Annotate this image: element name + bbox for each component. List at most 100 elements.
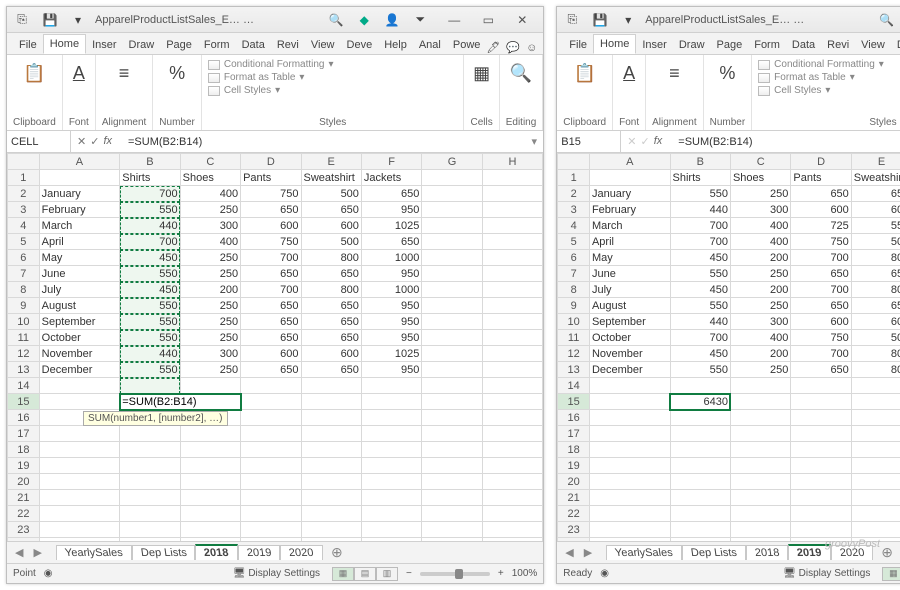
cell[interactable] — [301, 490, 361, 506]
cell[interactable] — [730, 458, 790, 474]
cell[interactable] — [670, 458, 730, 474]
row-header-21[interactable]: 21 — [558, 490, 590, 506]
group-editing[interactable]: 🔍Editing — [500, 55, 544, 130]
ribbon-tab-page[interactable]: Page — [711, 36, 749, 54]
record-macro-icon[interactable]: ◉ — [44, 568, 53, 579]
sheet-tab-dep-lists[interactable]: Dep Lists — [682, 545, 746, 560]
cell[interactable]: 650 — [361, 186, 421, 202]
formula-input[interactable]: =SUM(B2:B14) — [124, 136, 525, 148]
cell[interactable] — [241, 410, 301, 426]
close-button[interactable]: ✕ — [505, 7, 539, 33]
cell[interactable]: 500 — [301, 234, 361, 250]
cell[interactable]: 300 — [180, 218, 240, 234]
row-header-12[interactable]: 12 — [558, 346, 590, 362]
zoom-level[interactable]: 100% — [512, 568, 538, 579]
ribbon-tab-page[interactable]: Page — [160, 36, 198, 54]
col-header-B[interactable]: B — [670, 154, 730, 170]
row-header-11[interactable]: 11 — [558, 330, 590, 346]
cell[interactable] — [422, 378, 482, 394]
sheet-nav-prev[interactable]: ◀ — [11, 546, 27, 559]
cell[interactable] — [791, 490, 851, 506]
cell[interactable] — [422, 346, 482, 362]
cell[interactable] — [791, 410, 851, 426]
sheet-tab-2019[interactable]: 2019 — [238, 545, 280, 560]
cell[interactable]: 400 — [730, 330, 790, 346]
cell[interactable]: 450 — [120, 250, 180, 266]
row-header-24[interactable]: 24 — [558, 538, 590, 542]
cell[interactable]: 550 — [851, 218, 900, 234]
cell[interactable] — [791, 394, 851, 410]
cell[interactable]: 650 — [241, 202, 301, 218]
cell[interactable]: August — [39, 298, 120, 314]
cell[interactable] — [730, 394, 790, 410]
cell[interactable] — [482, 506, 543, 522]
cell-b15[interactable]: 6430 — [670, 394, 730, 410]
cell[interactable] — [589, 170, 670, 186]
row-header-8[interactable]: 8 — [558, 282, 590, 298]
cell[interactable] — [301, 522, 361, 538]
cell[interactable] — [180, 522, 240, 538]
cell[interactable]: 800 — [301, 282, 361, 298]
cell[interactable] — [422, 410, 482, 426]
group-cells[interactable]: ▦Cells — [464, 55, 499, 130]
cell[interactable] — [422, 170, 482, 186]
cell[interactable] — [851, 458, 900, 474]
cell[interactable] — [361, 538, 421, 542]
cell[interactable] — [482, 170, 543, 186]
cell[interactable] — [589, 474, 670, 490]
zoom-slider[interactable] — [420, 572, 490, 576]
cell[interactable]: 650 — [791, 298, 851, 314]
cell[interactable] — [730, 538, 790, 542]
cell[interactable]: June — [589, 266, 670, 282]
cell[interactable] — [39, 426, 120, 442]
cell[interactable] — [422, 506, 482, 522]
cell[interactable] — [482, 282, 543, 298]
sheet-nav-next[interactable]: ▶ — [580, 546, 596, 559]
row-header-23[interactable]: 23 — [558, 522, 590, 538]
col-header-A[interactable]: A — [39, 154, 120, 170]
cell[interactable] — [422, 330, 482, 346]
cell[interactable] — [39, 522, 120, 538]
row-header-4[interactable]: 4 — [558, 218, 590, 234]
cell[interactable]: 400 — [730, 218, 790, 234]
cell[interactable] — [589, 378, 670, 394]
cell[interactable] — [482, 378, 543, 394]
row-header-14[interactable]: 14 — [8, 378, 40, 394]
fx-icon[interactable]: fx — [654, 135, 669, 148]
ribbon-tab-view[interactable]: View — [855, 36, 891, 54]
cell[interactable] — [422, 474, 482, 490]
cell[interactable] — [301, 458, 361, 474]
cell[interactable]: 200 — [730, 282, 790, 298]
cell[interactable] — [180, 506, 240, 522]
cell[interactable]: 650 — [851, 266, 900, 282]
col-header-B[interactable]: B — [120, 154, 180, 170]
cell[interactable]: February — [39, 202, 120, 218]
cell[interactable]: 700 — [791, 250, 851, 266]
row-header-5[interactable]: 5 — [558, 234, 590, 250]
cell[interactable] — [422, 186, 482, 202]
row-header-3[interactable]: 3 — [558, 202, 590, 218]
row-header-18[interactable]: 18 — [558, 442, 590, 458]
diamond-icon[interactable]: ◆ — [353, 11, 375, 29]
cell[interactable]: 700 — [791, 346, 851, 362]
cell[interactable]: 400 — [180, 234, 240, 250]
cell[interactable] — [241, 394, 301, 410]
save-icon[interactable]: 💾 — [589, 11, 611, 29]
cell[interactable] — [422, 314, 482, 330]
cell[interactable]: November — [39, 346, 120, 362]
cell[interactable] — [422, 234, 482, 250]
row-header-15[interactable]: 15 — [8, 394, 40, 410]
row-header-9[interactable]: 9 — [8, 298, 40, 314]
group-clipboard[interactable]: 📋Clipboard — [557, 55, 613, 130]
cell[interactable]: 650 — [301, 362, 361, 378]
cell[interactable]: October — [39, 330, 120, 346]
cell[interactable] — [241, 490, 301, 506]
cell[interactable] — [120, 474, 180, 490]
row-header-23[interactable]: 23 — [8, 522, 40, 538]
cell[interactable] — [589, 426, 670, 442]
cell[interactable]: 750 — [791, 330, 851, 346]
cell[interactable] — [730, 378, 790, 394]
cell[interactable]: 750 — [241, 234, 301, 250]
ribbon-tab-data[interactable]: Data — [786, 36, 821, 54]
cell[interactable] — [482, 298, 543, 314]
